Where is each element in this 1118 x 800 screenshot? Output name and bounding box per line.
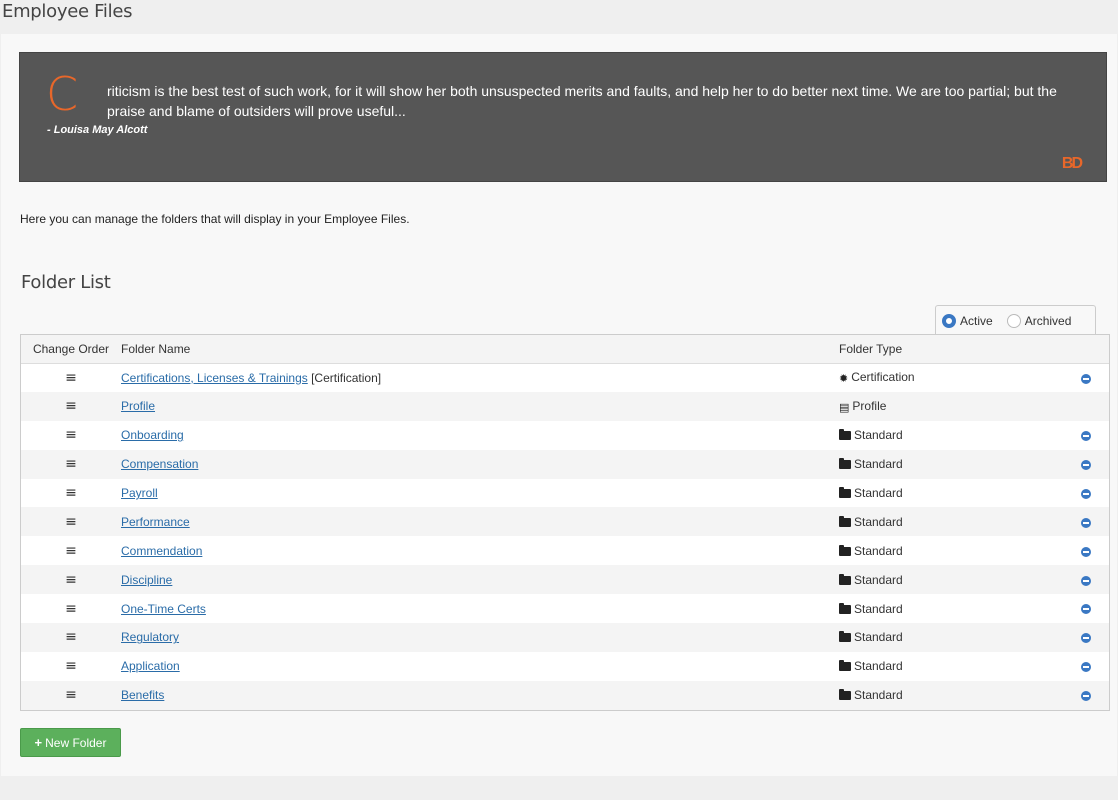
drag-handle-icon[interactable]: ≡ <box>65 457 77 471</box>
folder-icon <box>839 429 851 441</box>
table-row: ≡ Compensation Standard <box>21 449 1109 479</box>
table-row: ≡ Performance Standard <box>21 507 1109 537</box>
folder-type-label: Standard <box>854 630 903 645</box>
drag-handle-icon[interactable]: ≡ <box>65 399 77 413</box>
id-card-icon: ▤ <box>839 400 850 414</box>
folder-rows: ≡ Certifications, Licenses & Trainings [C… <box>21 363 1109 710</box>
folder-link[interactable]: Compensation <box>121 457 198 471</box>
archive-folder-icon[interactable] <box>1081 373 1091 384</box>
status-toggle: Active Archived <box>935 305 1096 335</box>
archive-folder-icon[interactable] <box>1081 633 1091 644</box>
folder-type-label: Profile <box>852 398 887 413</box>
table-row: ≡ Profile ▤ Profile <box>21 391 1109 421</box>
active-radio[interactable]: Active <box>942 313 993 328</box>
table-row: ≡ Payroll Standard <box>21 479 1109 508</box>
archive-folder-icon[interactable] <box>1081 691 1091 702</box>
archive-folder-icon[interactable] <box>1081 604 1091 615</box>
table-row: ≡ Regulatory Standard <box>21 623 1109 652</box>
folder-type-label: Standard <box>854 514 903 529</box>
drag-handle-icon[interactable]: ≡ <box>65 544 77 558</box>
main-panel: C riticism is the best test of such work… <box>1 34 1117 776</box>
table-row: ≡ Commendation Standard <box>21 536 1109 565</box>
folder-icon <box>839 458 851 470</box>
folder-table: Change Order Folder Name Folder Type ≡ Ce… <box>20 334 1110 711</box>
column-header-folder-type: Folder Type <box>831 335 1071 364</box>
folder-link[interactable]: Regulatory <box>121 630 179 644</box>
table-row: ≡ Application Standard <box>21 652 1109 681</box>
folder-link[interactable]: Application <box>121 659 180 673</box>
column-header-folder-name: Folder Name <box>121 335 831 364</box>
column-header-change-order: Change Order <box>21 335 121 364</box>
quote-initial: C <box>46 67 79 121</box>
folder-icon <box>839 631 851 643</box>
folder-link[interactable]: Performance <box>121 515 190 529</box>
quote-banner: C riticism is the best test of such work… <box>19 52 1107 182</box>
archive-folder-icon[interactable] <box>1081 575 1091 586</box>
folder-icon <box>839 689 851 701</box>
table-header-row: Change Order Folder Name Folder Type <box>21 335 1109 364</box>
drag-handle-icon[interactable]: ≡ <box>65 428 77 442</box>
folder-type-label: Standard <box>854 486 903 500</box>
plus-icon: + <box>34 735 43 750</box>
drag-handle-icon[interactable]: ≡ <box>65 688 77 702</box>
active-radio-icon[interactable] <box>942 313 956 328</box>
drag-handle-icon[interactable]: ≡ <box>65 659 77 673</box>
table-row: ≡ One-Time Certs Standard <box>21 594 1109 623</box>
archive-folder-icon[interactable] <box>1081 431 1091 442</box>
archive-folder-icon[interactable] <box>1081 662 1091 673</box>
archive-folder-icon[interactable] <box>1081 546 1091 557</box>
folder-icon <box>839 602 851 614</box>
folder-link[interactable]: Payroll <box>121 486 158 500</box>
folder-type-suffix: [Certification] <box>307 370 382 385</box>
archive-folder-icon[interactable] <box>1081 517 1091 528</box>
folder-list-title: Folder List <box>21 272 111 293</box>
certificate-icon: ✹ <box>839 372 849 386</box>
folder-type-label: Certification <box>851 370 915 385</box>
folder-type-label: Standard <box>854 457 903 472</box>
new-folder-button[interactable]: + New Folder <box>20 728 121 757</box>
archived-radio[interactable]: Archived <box>1006 313 1072 328</box>
folder-icon <box>839 660 851 672</box>
folder-type-label: Standard <box>854 572 903 587</box>
folder-link[interactable]: Onboarding <box>121 428 184 442</box>
intro-text: Here you can manage the folders that wil… <box>20 212 410 226</box>
folder-type-label: Standard <box>854 601 903 616</box>
archived-radio-label: Archived <box>1024 313 1072 328</box>
folder-link[interactable]: Benefits <box>121 688 164 702</box>
folder-link[interactable]: Discipline <box>121 573 172 587</box>
folder-type-label: Standard <box>854 543 903 558</box>
archive-folder-icon[interactable] <box>1081 488 1091 499</box>
archive-folder-icon[interactable] <box>1081 459 1091 470</box>
drag-handle-icon[interactable]: ≡ <box>65 602 77 616</box>
table-row: ≡ Benefits Standard <box>21 680 1109 710</box>
folder-link[interactable]: One-Time Certs <box>121 602 206 616</box>
folder-icon <box>839 515 851 527</box>
folder-link[interactable]: Commendation <box>121 544 202 558</box>
folder-link[interactable]: Profile <box>121 399 155 413</box>
drag-handle-icon[interactable]: ≡ <box>65 371 77 385</box>
folder-icon <box>839 573 851 585</box>
folder-type-label: Standard <box>854 659 903 674</box>
folder-type-label: Standard <box>854 428 903 443</box>
quote-author: - Louisa May Alcott <box>47 124 148 136</box>
folder-icon <box>839 544 851 556</box>
quote-text: riticism is the best test of such work, … <box>107 83 1057 119</box>
drag-handle-icon[interactable]: ≡ <box>65 486 77 500</box>
folder-type-label: Standard <box>854 688 903 703</box>
table-row: ≡ Onboarding Standard <box>21 421 1109 450</box>
drag-handle-icon[interactable]: ≡ <box>65 573 77 587</box>
active-radio-label: Active <box>960 313 993 328</box>
table-row: ≡ Certifications, Licenses & Trainings [C… <box>21 363 1109 392</box>
table-row: ≡ Discipline Standard <box>21 565 1109 595</box>
page-title: Employee Files <box>2 1 133 22</box>
drag-handle-icon[interactable]: ≡ <box>65 630 77 644</box>
brand-logo: BD <box>1061 155 1083 172</box>
column-header-actions <box>1071 335 1109 364</box>
drag-handle-icon[interactable]: ≡ <box>65 515 77 529</box>
folder-link[interactable]: Certifications, Licenses & Trainings <box>121 371 308 385</box>
archived-radio-icon[interactable] <box>1006 313 1021 328</box>
new-folder-label: New Folder <box>45 735 107 750</box>
folder-icon <box>839 487 851 498</box>
